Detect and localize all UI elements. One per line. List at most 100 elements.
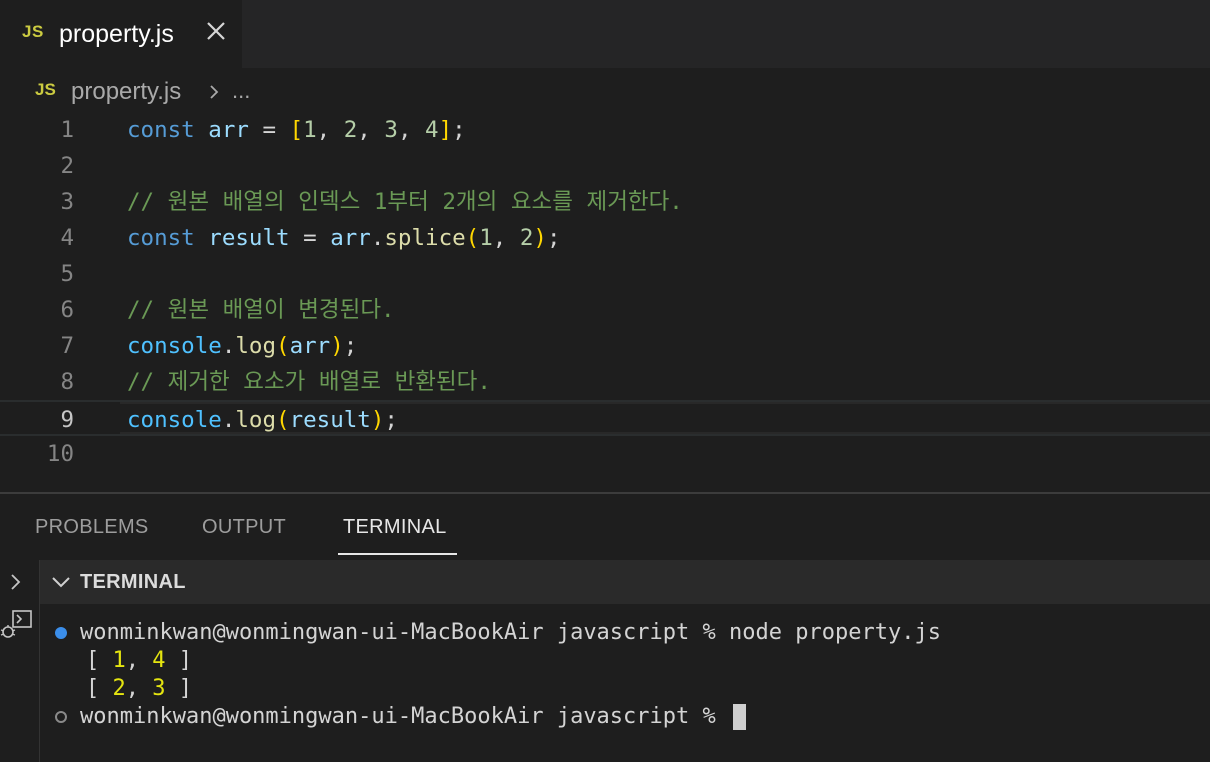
terminal-output[interactable]: wonminkwan@wonmingwan-ui-MacBookAir java… — [40, 604, 1210, 762]
code-content: const result = arr.splice(1, 2); — [127, 220, 561, 256]
line-number: 2 — [60, 153, 74, 179]
token: 2 — [519, 225, 534, 251]
token: , — [397, 117, 426, 143]
token: 2 — [343, 117, 358, 143]
token: = — [248, 117, 290, 143]
token: const — [127, 117, 195, 143]
command-success-icon[interactable] — [55, 627, 67, 639]
code-line: 2 — [0, 148, 1210, 184]
terminal-title: TERMINAL — [80, 571, 186, 593]
token: , — [492, 225, 520, 251]
bracket: [ — [86, 648, 113, 673]
token: console — [127, 407, 222, 433]
prompt: wonminkwan@wonmingwan-ui-MacBookAir java… — [80, 704, 730, 729]
code-line-current: 9 console.log(result); — [0, 400, 1210, 436]
debug-console-icon[interactable] — [0, 608, 34, 642]
token: ( — [465, 225, 480, 251]
token: ( — [276, 407, 290, 433]
token: ; — [384, 407, 398, 433]
token: = — [289, 225, 331, 251]
javascript-file-icon: JS — [35, 80, 56, 99]
token: . — [221, 407, 236, 433]
active-tab-indicator — [338, 553, 457, 555]
chevron-down-icon[interactable] — [50, 572, 72, 592]
panel-tabs: PROBLEMS OUTPUT TERMINAL — [0, 494, 1210, 560]
code-content: console.log(result); — [127, 402, 398, 438]
line-number: 9 — [60, 407, 74, 433]
token: log — [235, 333, 277, 359]
bracket: [ — [86, 676, 113, 701]
token: 1 — [303, 117, 317, 143]
bracket: ] — [165, 648, 192, 673]
token: console — [127, 333, 222, 359]
separator: , — [125, 648, 153, 673]
terminal-header[interactable]: TERMINAL — [40, 560, 1210, 604]
editor-tab-bar: JS property.js — [0, 0, 1210, 68]
terminal-line: wonminkwan@wonmingwan-ui-MacBookAir java… — [80, 703, 747, 731]
token: . — [221, 333, 236, 359]
code-comment: // 원본 배열이 변경된다. — [127, 297, 395, 323]
token: ; — [343, 333, 358, 359]
token: arr — [330, 225, 371, 251]
token: [ — [289, 117, 304, 143]
code-line: 7 console.log(arr); — [0, 328, 1210, 364]
code-line: 6 // 원본 배열이 변경된다. — [0, 292, 1210, 328]
line-number: 7 — [60, 333, 74, 359]
code-content: const arr = [1, 2, 3, 4]; — [127, 112, 466, 148]
code-line: 4 const result = arr.splice(1, 2); — [0, 220, 1210, 256]
terminal-sidebar — [0, 560, 40, 762]
breadcrumb: JS property.js ... — [0, 68, 1210, 114]
line-number: 10 — [46, 441, 74, 467]
token: 1 — [479, 225, 493, 251]
token: ( — [276, 333, 290, 359]
output-number: 1 — [112, 648, 126, 673]
line-number: 8 — [60, 369, 74, 395]
chevron-right-icon[interactable] — [8, 572, 24, 592]
javascript-file-icon: JS — [22, 22, 44, 41]
code-editor[interactable]: 1 const arr = [1, 2, 3, 4]; 2 3 // 원본 배열… — [0, 112, 1210, 492]
token: result — [289, 407, 371, 433]
token: result — [208, 225, 290, 251]
token: ] — [438, 117, 453, 143]
tab-terminal[interactable]: TERMINAL — [343, 516, 447, 539]
code-line: 8 // 제거한 요소가 배열로 반환된다. — [0, 364, 1210, 400]
close-icon[interactable] — [202, 17, 230, 45]
token: ; — [452, 117, 466, 143]
tab-output[interactable]: OUTPUT — [202, 516, 286, 539]
code-line: 10 — [0, 436, 1210, 472]
line-number: 5 — [60, 261, 74, 287]
terminal-line: wonminkwan@wonmingwan-ui-MacBookAir java… — [80, 619, 941, 647]
token: const — [127, 225, 195, 251]
token: ) — [330, 333, 344, 359]
line-number: 3 — [60, 189, 74, 215]
line-number: 1 — [60, 117, 74, 143]
output-number: 2 — [112, 676, 126, 701]
code-comment: // 원본 배열의 인덱스 1부터 2개의 요소를 제거한다. — [127, 189, 683, 215]
token: splice — [384, 225, 466, 251]
breadcrumb-ellipsis[interactable]: ... — [232, 78, 250, 104]
bottom-panel: PROBLEMS OUTPUT TERMINAL TERMINAL wonmin… — [0, 494, 1210, 762]
output-number: 4 — [152, 648, 166, 673]
line-number: 6 — [60, 297, 74, 323]
token: ; — [546, 225, 561, 251]
separator: , — [125, 676, 153, 701]
token: ) — [370, 407, 385, 433]
terminal-line: [ 2, 3 ] — [86, 675, 192, 703]
token: arr — [289, 333, 331, 359]
command: node property.js — [729, 620, 941, 645]
terminal-cursor — [733, 704, 747, 730]
token: . — [370, 225, 385, 251]
tab-property-js[interactable]: JS property.js — [0, 0, 242, 68]
code-line: 5 — [0, 256, 1210, 292]
token: , — [357, 117, 385, 143]
code-line: 1 const arr = [1, 2, 3, 4]; — [0, 112, 1210, 148]
tab-problems[interactable]: PROBLEMS — [35, 516, 149, 539]
command-pending-icon[interactable] — [55, 711, 67, 723]
terminal-line: [ 1, 4 ] — [86, 647, 192, 675]
token: , — [316, 117, 344, 143]
tab-label: property.js — [59, 20, 174, 48]
token: 3 — [384, 117, 398, 143]
code-line: 3 // 원본 배열의 인덱스 1부터 2개의 요소를 제거한다. — [0, 184, 1210, 220]
output-number: 3 — [152, 676, 166, 701]
breadcrumb-file[interactable]: property.js — [71, 78, 181, 106]
